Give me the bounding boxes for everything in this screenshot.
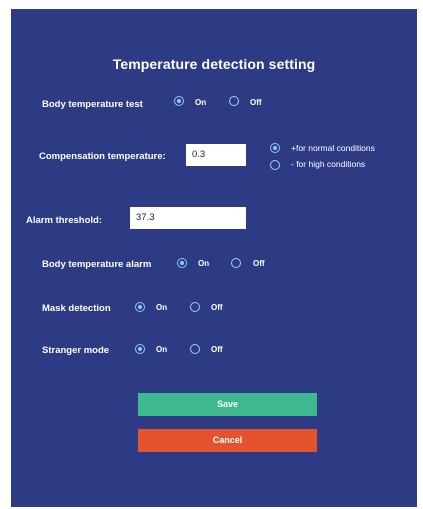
compensation-high-radio[interactable] (270, 160, 280, 170)
cancel-button[interactable]: Cancel (138, 429, 317, 452)
stranger-off-radio[interactable] (190, 344, 200, 354)
mask-off-label: Off (211, 303, 223, 312)
settings-panel: Temperature detection setting Body tempe… (11, 9, 417, 507)
body-test-on-label: On (195, 98, 207, 107)
stranger-mode-label: Stranger mode (42, 345, 110, 356)
compensation-normal-radio[interactable] (270, 143, 280, 153)
body-test-off-radio[interactable] (229, 96, 239, 106)
compensation-temperature-label: Compensation temperature: (39, 151, 166, 162)
body-alarm-on-label: On (198, 259, 210, 268)
body-alarm-off-label: Off (253, 259, 265, 268)
save-button[interactable]: Save (138, 393, 317, 416)
body-test-off-label: Off (250, 98, 262, 107)
mask-detection-label: Mask detection (42, 303, 111, 314)
stranger-on-radio[interactable] (135, 344, 145, 354)
compensation-high-label: - for high conditions (291, 159, 366, 169)
body-temperature-alarm-label: Body temperature alarm (42, 259, 152, 270)
mask-off-radio[interactable] (190, 302, 200, 312)
stranger-on-label: On (156, 345, 168, 354)
mask-on-radio[interactable] (135, 302, 145, 312)
alarm-threshold-label: Alarm threshold: (26, 215, 103, 226)
body-test-on-radio[interactable] (174, 96, 184, 106)
body-temperature-test-label: Body temperature test (42, 99, 143, 110)
page-title: Temperature detection setting (112, 56, 316, 72)
stranger-off-label: Off (211, 345, 223, 354)
body-alarm-on-radio[interactable] (177, 258, 187, 268)
compensation-normal-label: +for normal conditions (291, 143, 375, 153)
compensation-temperature-input[interactable]: 0.3 (186, 144, 246, 166)
body-alarm-off-radio[interactable] (231, 258, 241, 268)
alarm-threshold-input[interactable]: 37.3 (130, 207, 246, 229)
mask-on-label: On (156, 303, 168, 312)
